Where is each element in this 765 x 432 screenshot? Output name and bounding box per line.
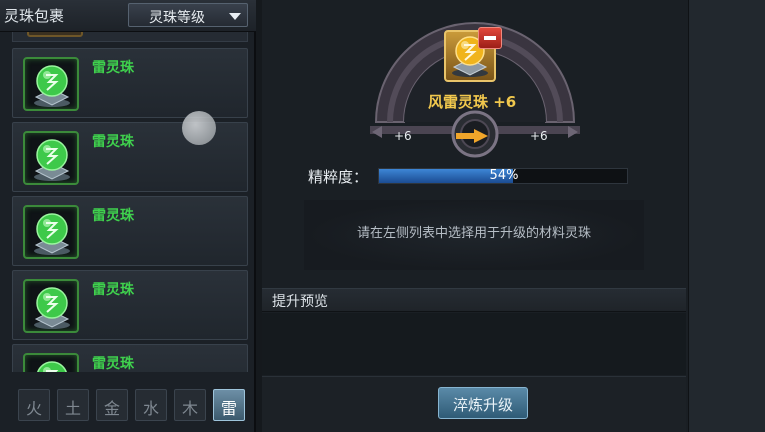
- wood-element-icon: 木: [181, 399, 198, 418]
- current-level: +6: [394, 129, 412, 143]
- thunder-orb-icon: [23, 131, 79, 185]
- inventory-title: 灵珠包裹: [4, 7, 65, 25]
- next-level: +6: [530, 129, 548, 143]
- thunder-orb-icon: [23, 57, 79, 111]
- filter-water-button[interactable]: 水: [135, 389, 167, 421]
- filter-fire-button[interactable]: 火: [18, 389, 50, 421]
- remove-orb-button[interactable]: [478, 27, 502, 49]
- thunder-orb-icon: [23, 353, 79, 372]
- list-item[interactable]: 雷灵珠: [12, 344, 248, 372]
- refine-upgrade-button[interactable]: 淬炼升级: [438, 387, 528, 419]
- list-item-partial[interactable]: [12, 32, 248, 42]
- list-item[interactable]: 雷灵珠: [12, 270, 248, 340]
- orb-name: 雷灵珠: [92, 134, 134, 150]
- orb-name: 雷灵珠: [92, 356, 134, 372]
- hint-text: 请在左侧列表中选择用于升级的材料灵珠: [356, 226, 591, 241]
- earth-element-icon: 土: [64, 399, 81, 418]
- orb-name: 雷灵珠: [92, 282, 134, 298]
- filter-thunder-button[interactable]: 雷: [213, 389, 245, 421]
- orb-name: 雷灵珠: [92, 60, 134, 76]
- metal-element-icon: 金: [103, 399, 120, 418]
- target-orb-title: 风雷灵珠 +6: [428, 93, 517, 111]
- orb-inventory-panel: 灵珠包裹 灵珠等级 雷灵珠 雷灵珠 雷灵珠 雷灵珠 雷灵珠 火 土 金 水 木 …: [0, 0, 256, 432]
- preview-header: 提升预览: [262, 288, 686, 312]
- essence-progress-bar: 54%: [378, 168, 628, 184]
- upgrade-panel: 风雷灵珠 +6 +6 +6 精粹度： 54% 请在左侧列表中选择用于升级的材料灵…: [262, 0, 688, 432]
- thunder-orb-icon: [23, 205, 79, 259]
- scroll-handle[interactable]: [182, 111, 216, 145]
- sort-dropdown[interactable]: 灵珠等级: [128, 3, 248, 27]
- preview-title: 提升预览: [272, 294, 328, 310]
- sort-dropdown-label: 灵珠等级: [149, 10, 205, 26]
- thunder-element-icon: 雷: [220, 399, 237, 418]
- list-item[interactable]: 雷灵珠: [12, 48, 248, 118]
- preview-body: [262, 313, 686, 375]
- inventory-header: 灵珠包裹 灵珠等级: [0, 0, 256, 32]
- element-filter-bar: 火 土 金 水 木 雷: [12, 382, 248, 428]
- water-element-icon: 水: [142, 399, 159, 418]
- chevron-down-icon: [229, 13, 241, 20]
- list-item[interactable]: 雷灵珠: [12, 196, 248, 266]
- orb-list[interactable]: 雷灵珠 雷灵珠 雷灵珠 雷灵珠 雷灵珠: [12, 32, 248, 372]
- fire-element-icon: 火: [25, 399, 42, 418]
- refine-upgrade-label: 淬炼升级: [452, 396, 513, 414]
- orb-slot-partial: [27, 32, 83, 37]
- side-panel: [688, 0, 765, 432]
- essence-label: 精粹度：: [308, 168, 369, 186]
- thunder-orb-icon: [23, 279, 79, 333]
- hint-box: 请在左侧列表中选择用于升级的材料灵珠: [304, 200, 644, 270]
- filter-wood-button[interactable]: 木: [174, 389, 206, 421]
- filter-metal-button[interactable]: 金: [96, 389, 128, 421]
- arrow-right-icon: [456, 129, 488, 143]
- filter-earth-button[interactable]: 土: [57, 389, 89, 421]
- minus-icon: [484, 36, 496, 40]
- essence-value: 54%: [489, 168, 519, 183]
- orb-name: 雷灵珠: [92, 208, 134, 224]
